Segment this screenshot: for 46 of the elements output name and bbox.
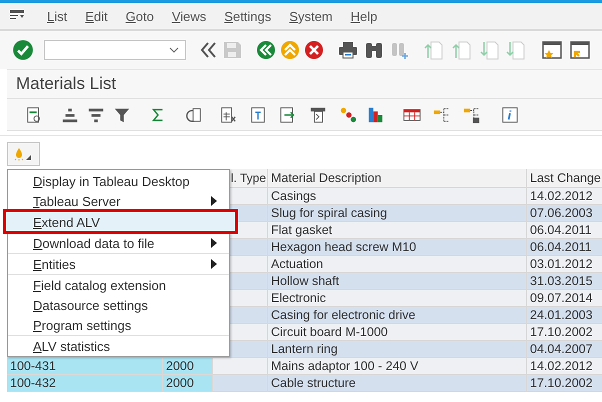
table-cell: Electronic: [268, 290, 527, 307]
table-cell: 09.07.2014: [527, 290, 602, 307]
table-cell: Cable structure: [268, 375, 527, 392]
menu-item[interactable]: Entities: [8, 253, 229, 274]
menu-item[interactable]: Views: [172, 8, 206, 24]
column-header[interactable]: Last Change: [527, 169, 602, 188]
table-cell: 31.03.2015: [527, 273, 602, 290]
menu-item[interactable]: Help: [350, 8, 378, 24]
table-cell: Slug for spiral casing: [268, 205, 527, 222]
table-cell: 04.04.2007: [527, 341, 602, 358]
menu-item[interactable]: Datasource settings: [8, 295, 229, 315]
table-cell: Flat gasket: [268, 222, 527, 239]
table-cell: Hexagon head screw M10: [268, 239, 527, 256]
table-cell: 14.02.2012: [527, 188, 602, 205]
table-cell: 17.10.2002: [527, 324, 602, 341]
menu-item[interactable]: Settings: [224, 8, 272, 24]
menu-item[interactable]: List: [47, 8, 68, 24]
table-cell: 100-432: [7, 375, 163, 392]
screen-title: Materials List: [16, 74, 116, 94]
table-cell: 07.06.2003: [527, 205, 602, 222]
column-header[interactable]: Material Description: [268, 169, 527, 188]
table-cell: Hollow shaft: [268, 273, 527, 290]
table-cell: 24.01.2003: [527, 307, 602, 324]
menu-item[interactable]: Goto: [126, 8, 154, 24]
table-cell: 06.04.2011: [527, 239, 602, 256]
table-cell: 2000: [163, 358, 213, 375]
menu-item[interactable]: Extend ALV: [5, 211, 236, 232]
menu-item[interactable]: Program settings: [8, 315, 229, 335]
menu-item[interactable]: Download data to file: [8, 232, 229, 253]
table-cell: 03.01.2012: [527, 256, 602, 273]
table-cell: Casings: [268, 188, 527, 205]
table-cell: 06.04.2011: [527, 222, 602, 239]
menu-item[interactable]: Tableau Server: [8, 191, 229, 211]
table-cell: 17.10.2002: [527, 375, 602, 392]
table-cell: 2000: [163, 375, 213, 392]
table-cell: 14.02.2012: [527, 358, 602, 375]
table-cell: Lantern ring: [268, 341, 527, 358]
table-cell: Actuation: [268, 256, 527, 273]
menu-item[interactable]: ALV statistics: [8, 335, 229, 356]
table-cell: 100-431: [7, 358, 163, 375]
table-cell: Casing for electronic drive: [268, 307, 527, 324]
menu-item[interactable]: System: [289, 8, 333, 24]
table-cell: Circuit board M-1000: [268, 324, 527, 341]
table-cell: Mains adaptor 100 - 240 V: [268, 358, 527, 375]
menu-item[interactable]: Field catalog extension: [8, 274, 229, 295]
menu-item[interactable]: Edit: [85, 8, 108, 24]
